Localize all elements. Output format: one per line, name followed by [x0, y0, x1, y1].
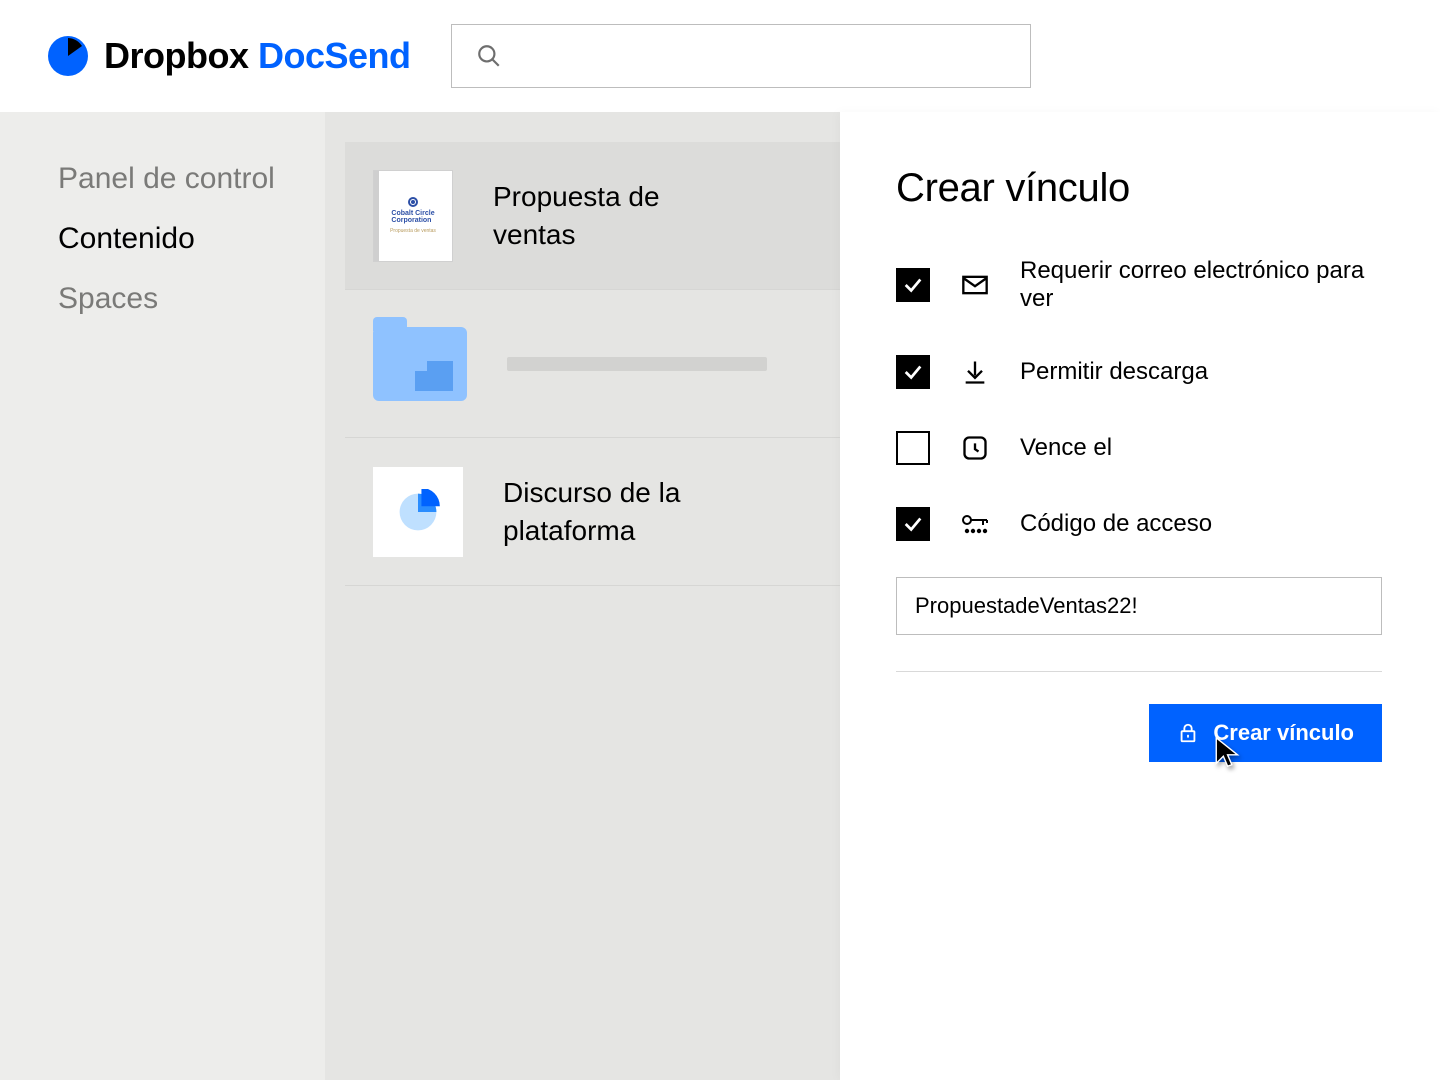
key-icon	[960, 509, 990, 539]
download-icon	[960, 357, 990, 387]
mail-icon	[960, 270, 990, 300]
brand-docsend: DocSend	[258, 35, 411, 76]
row-title-placeholder	[507, 357, 767, 371]
brand-dropbox: Dropbox	[104, 35, 249, 76]
option-label: Código de acceso	[1020, 510, 1212, 538]
option-passcode: Código de acceso	[896, 507, 1382, 541]
logo-text: Dropbox DocSend	[104, 35, 411, 77]
create-link-panel: Crear vínculo Requerir correo electrónic…	[840, 112, 1440, 1080]
option-label: Vence el	[1020, 434, 1112, 462]
option-allow-download: Permitir descarga	[896, 355, 1382, 389]
option-expires: Vence el	[896, 431, 1382, 465]
clock-icon	[960, 433, 990, 463]
sidebar-item-panel-de-control[interactable]: Panel de control	[58, 162, 325, 196]
sidebar: Panel de control Contenido Spaces	[0, 112, 325, 1080]
header: Dropbox DocSend	[0, 0, 1440, 112]
checkbox-require-email[interactable]	[896, 268, 930, 302]
option-label: Requerir correo electrónico para ver	[1020, 257, 1382, 313]
checkbox-expires[interactable]	[896, 431, 930, 465]
search-input[interactable]	[451, 24, 1031, 88]
sidebar-item-spaces[interactable]: Spaces	[58, 282, 325, 316]
search-icon	[476, 43, 502, 69]
folder-icon	[373, 327, 467, 401]
presentation-thumbnail-icon	[373, 467, 463, 557]
option-require-email: Requerir correo electrónico para ver	[896, 257, 1382, 313]
row-title: Propuesta de ventas	[493, 178, 723, 254]
divider	[896, 671, 1382, 672]
create-link-button[interactable]: Crear vínculo	[1149, 704, 1382, 762]
document-thumbnail-icon: Cobalt CircleCorporation Propuesta de ve…	[373, 170, 453, 262]
pie-logo-icon	[48, 36, 88, 76]
logo[interactable]: Dropbox DocSend	[48, 35, 411, 77]
passcode-input[interactable]	[896, 577, 1382, 635]
panel-title: Crear vínculo	[896, 166, 1382, 211]
checkbox-allow-download[interactable]	[896, 355, 930, 389]
checkbox-passcode[interactable]	[896, 507, 930, 541]
sidebar-item-contenido[interactable]: Contenido	[58, 222, 325, 256]
option-label: Permitir descarga	[1020, 358, 1208, 386]
lock-icon	[1177, 722, 1199, 744]
row-title: Discurso de la plataforma	[503, 474, 733, 550]
create-link-button-label: Crear vínculo	[1213, 720, 1354, 746]
